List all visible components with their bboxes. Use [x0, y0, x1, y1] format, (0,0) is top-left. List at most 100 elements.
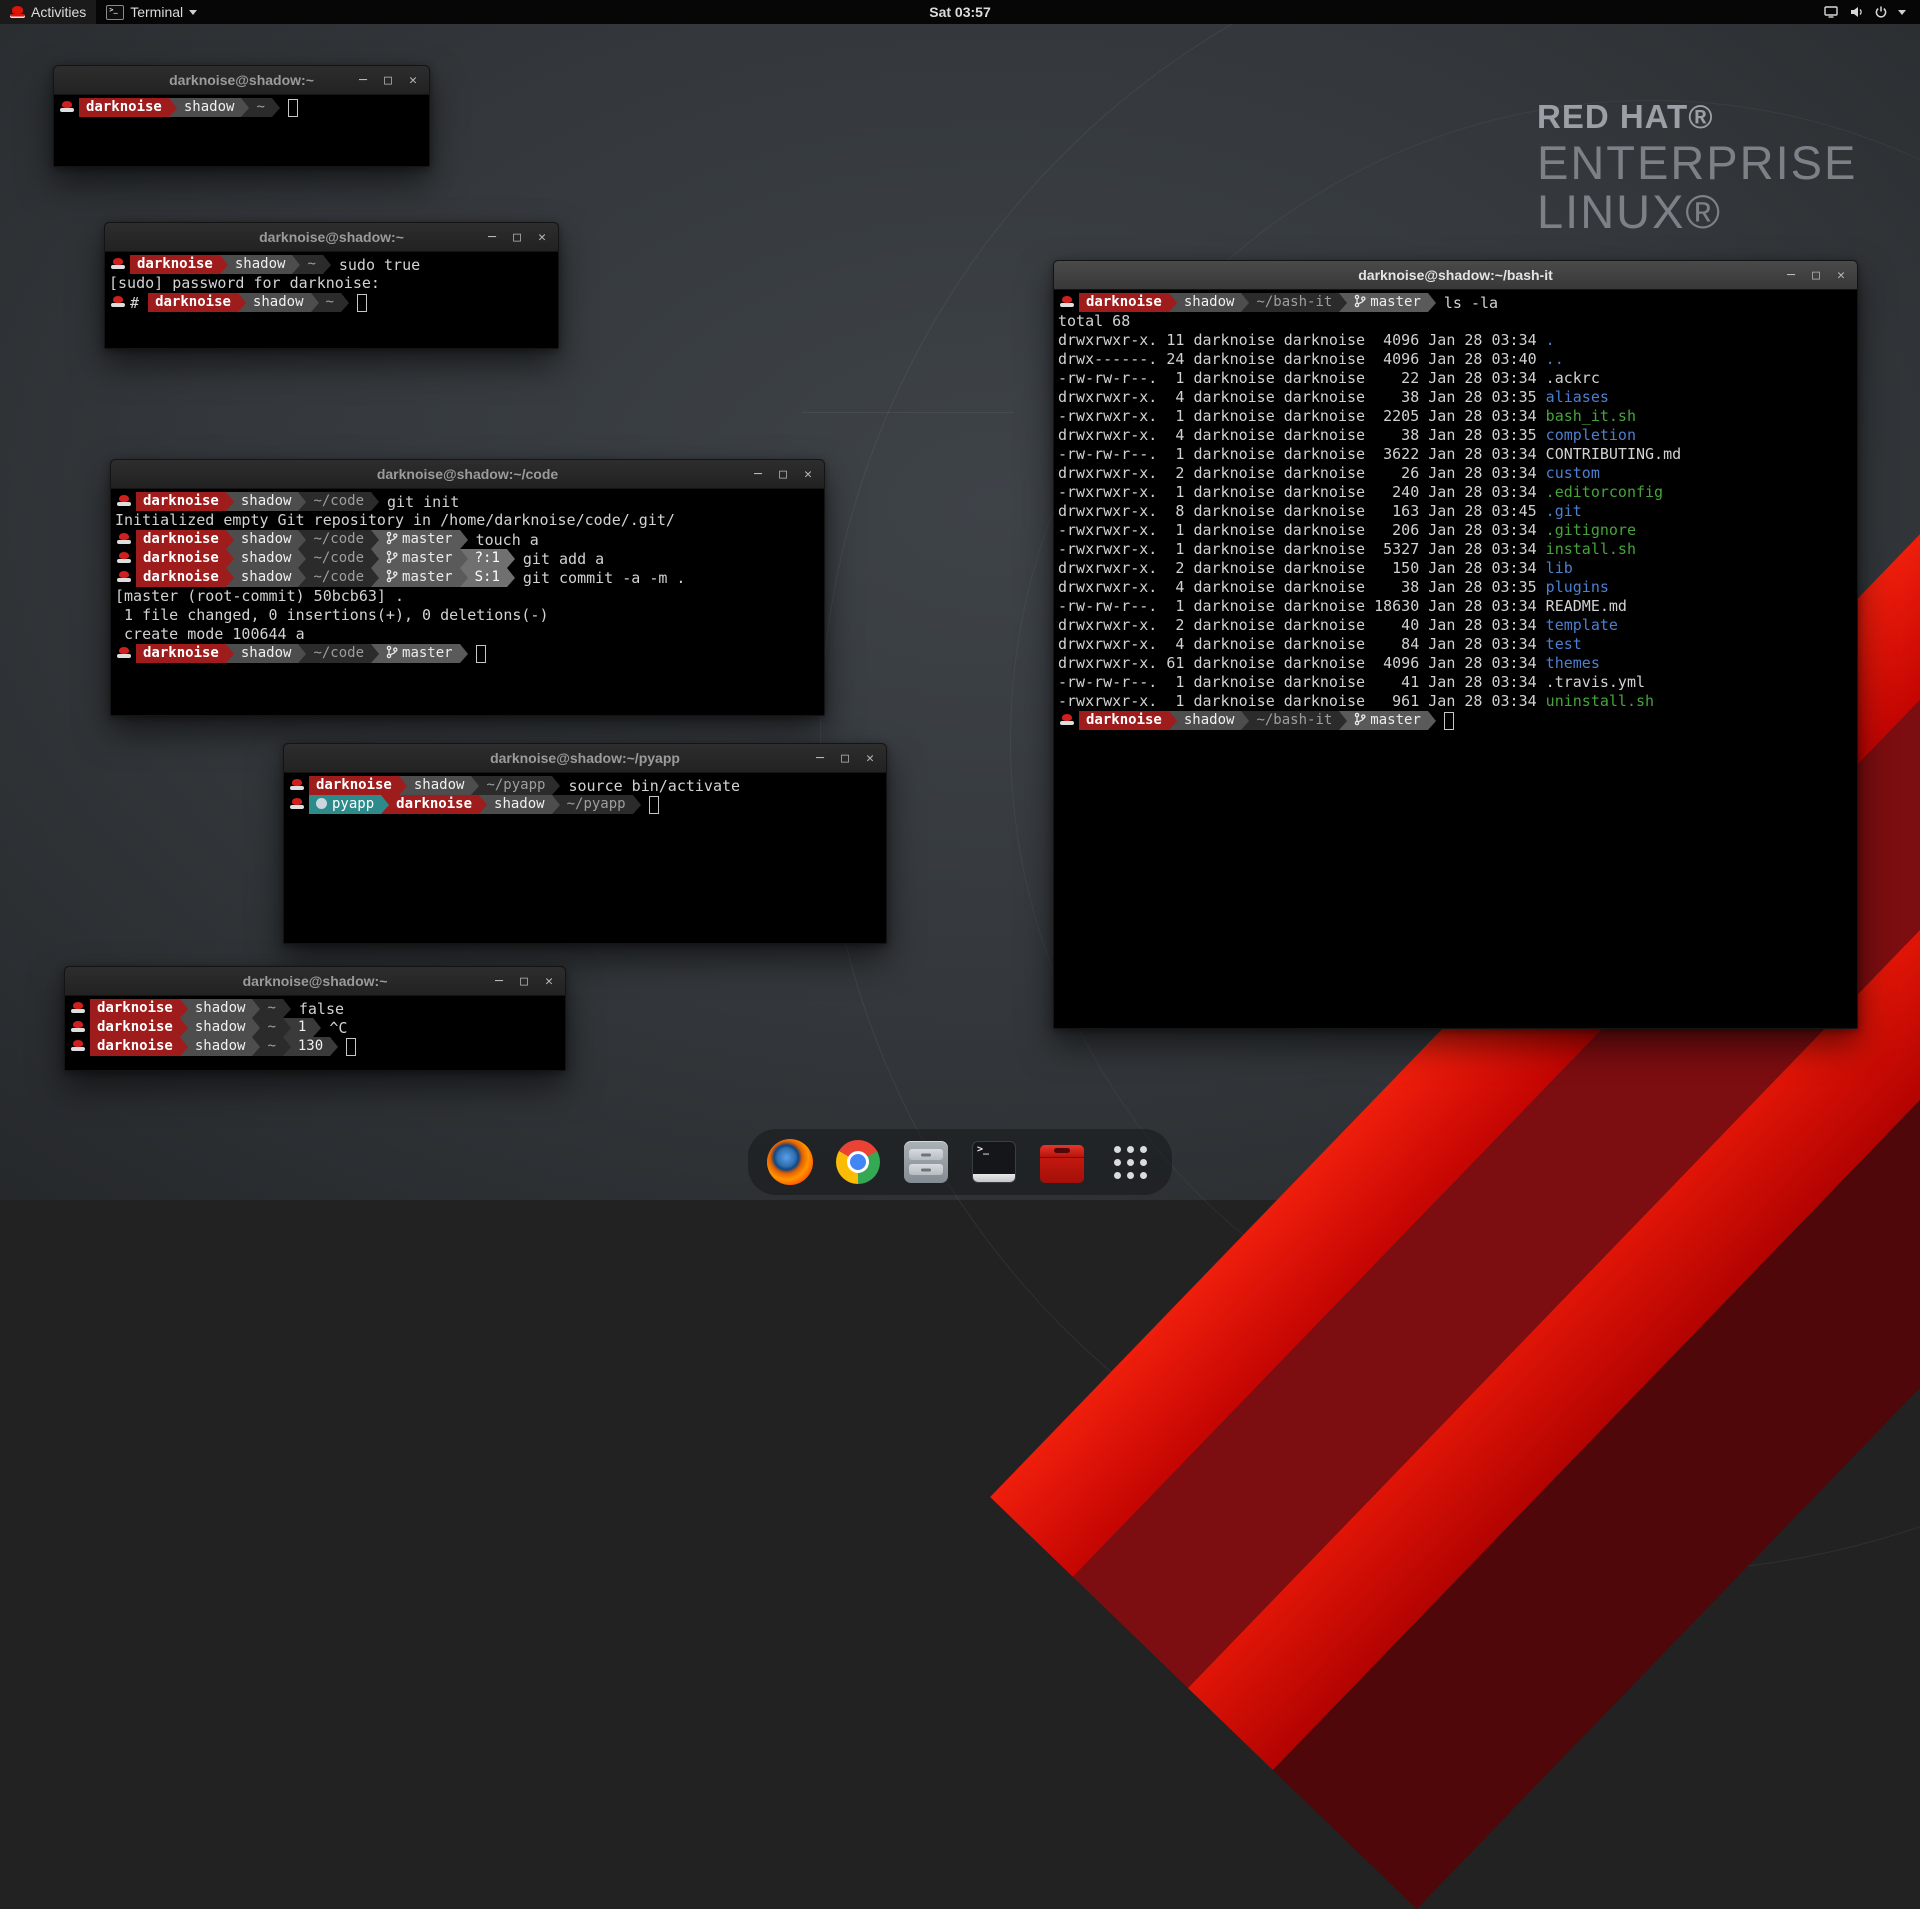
- window-minimize-button[interactable]: ─: [492, 974, 506, 989]
- clock[interactable]: Sat 03:57: [919, 0, 1000, 24]
- command-text: git commit -a -m .: [523, 569, 686, 587]
- toolbox-icon[interactable]: [1038, 1138, 1086, 1186]
- python-icon: [316, 798, 327, 809]
- prompt-segment-host: shadow: [1177, 711, 1242, 730]
- window-maximize-button[interactable]: □: [381, 73, 395, 88]
- window-minimize-button[interactable]: ─: [813, 751, 827, 766]
- terminal-window-home-a[interactable]: darknoise@shadow:~ ─ □ ✕ darknoiseshadow~: [53, 65, 430, 167]
- terminal-text: -rwxrwxr-x. 1 darknoise darknoise 206 Ja…: [1058, 521, 1546, 539]
- prompt-segment-host: shadow: [188, 1037, 253, 1056]
- window-maximize-button[interactable]: □: [838, 751, 852, 766]
- window-close-button[interactable]: ✕: [801, 467, 815, 482]
- window-minimize-button[interactable]: ─: [1784, 268, 1798, 283]
- prompt-segment-git: master: [379, 568, 460, 587]
- window-minimize-button[interactable]: ─: [485, 230, 499, 245]
- prompt-segment-user: darknoise: [389, 795, 479, 814]
- window-titlebar[interactable]: darknoise@shadow:~─□✕: [65, 967, 565, 996]
- files-icon[interactable]: [902, 1138, 950, 1186]
- window-close-button[interactable]: ✕: [406, 73, 420, 88]
- window-titlebar[interactable]: darknoise@shadow:~ ─ □ ✕: [54, 66, 429, 95]
- window-titlebar[interactable]: darknoise@shadow:~ ─ □ ✕: [105, 223, 558, 252]
- terminal-window-pyapp[interactable]: darknoise@shadow:~/pyapp─□✕darknoiseshad…: [283, 743, 887, 944]
- window-titlebar[interactable]: darknoise@shadow:~/pyapp─□✕: [284, 744, 886, 773]
- terminal-content[interactable]: darknoiseshadow~sudo true[sudo] password…: [105, 252, 558, 315]
- window-minimize-button[interactable]: ─: [356, 73, 370, 88]
- activities-button[interactable]: Activities: [0, 0, 96, 24]
- branch-icon: [386, 550, 398, 564]
- powerline-arrow: [238, 293, 246, 312]
- terminal-text: uninstall.sh: [1546, 692, 1654, 710]
- terminal-output-line: -rw-rw-r--. 1 darknoise darknoise 41 Jan…: [1058, 673, 1853, 692]
- window-minimize-button[interactable]: ─: [751, 467, 765, 482]
- terminal-window-code[interactable]: darknoise@shadow:~/code─□✕darknoiseshado…: [110, 459, 825, 716]
- window-maximize-button[interactable]: □: [517, 974, 531, 989]
- app-grid-icon[interactable]: [1106, 1138, 1154, 1186]
- window-maximize-button[interactable]: □: [1809, 268, 1823, 283]
- terminal-output-line: drwxrwxr-x. 11 darknoise darknoise 4096 …: [1058, 331, 1853, 350]
- window-titlebar[interactable]: darknoise@shadow:~/bash-it ─ □ ✕: [1054, 261, 1857, 290]
- window-maximize-button[interactable]: □: [510, 230, 524, 245]
- terminal-prompt-line: darknoiseshadow~/bash-itmaster: [1058, 711, 1853, 730]
- terminal-output-line: -rwxrwxr-x. 1 darknoise darknoise 961 Ja…: [1058, 692, 1853, 711]
- terminal-prompt-line: darknoiseshadow~false: [69, 999, 561, 1018]
- redhat-prompt-icon: [111, 258, 125, 271]
- powerline-arrow: [252, 999, 260, 1018]
- prompt-segment-host: shadow: [177, 98, 242, 117]
- terminal-output-line: drwxrwxr-x. 2 darknoise darknoise 150 Ja…: [1058, 559, 1853, 578]
- firefox-icon[interactable]: [766, 1138, 814, 1186]
- chrome-icon[interactable]: [834, 1138, 882, 1186]
- terminal-window-bash-it[interactable]: darknoise@shadow:~/bash-it ─ □ ✕ darknoisesh…: [1053, 260, 1858, 1029]
- powerline-arrow: [180, 999, 188, 1018]
- redhat-prompt-icon: [117, 552, 131, 565]
- powerline-arrow: [241, 98, 249, 117]
- command-text: ^C: [329, 1019, 347, 1037]
- window-close-button[interactable]: ✕: [1834, 268, 1848, 283]
- terminal-window-home-c[interactable]: darknoise@shadow:~─□✕darknoiseshadow~fal…: [64, 966, 566, 1071]
- prompt-segment-path: ~/pyapp: [560, 795, 633, 814]
- terminal-cursor: [346, 1038, 356, 1056]
- redhat-prompt-icon: [290, 798, 304, 811]
- window-close-button[interactable]: ✕: [863, 751, 877, 766]
- window-title: darknoise@shadow:~: [169, 72, 314, 88]
- terminal-text: drwxrwxr-x. 4 darknoise darknoise 38 Jan…: [1058, 426, 1546, 444]
- window-close-button[interactable]: ✕: [535, 230, 549, 245]
- redhat-prompt-icon: [290, 779, 304, 792]
- command-text: git init: [387, 493, 459, 511]
- terminal-content[interactable]: darknoiseshadow~falsedarknoiseshadow~1^C…: [65, 996, 565, 1059]
- prompt-segment-host: shadow: [234, 644, 299, 663]
- window-titlebar[interactable]: darknoise@shadow:~/code ─ □ ✕: [111, 460, 824, 489]
- window-maximize-button[interactable]: □: [776, 467, 790, 482]
- terminal-output-line: -rwxrwxr-x. 1 darknoise darknoise 240 Ja…: [1058, 483, 1853, 502]
- terminal-prompt-line: darknoiseshadow~sudo true: [109, 255, 554, 274]
- terminal-text: CONTRIBUTING.md: [1546, 445, 1681, 463]
- window-title: darknoise@shadow:~/bash-it: [1358, 267, 1553, 283]
- prompt-segment-user: darknoise: [136, 492, 226, 511]
- app-menu-terminal[interactable]: Terminal: [96, 0, 207, 24]
- prompt-segment-host: shadow: [228, 255, 293, 274]
- chevron-down-icon: [1898, 10, 1906, 15]
- powerline-arrow: [371, 568, 379, 587]
- redhat-prompt-icon: [60, 101, 74, 114]
- terminal-window-home-b[interactable]: darknoise@shadow:~ ─ □ ✕ darknoiseshadow~sud…: [104, 222, 559, 349]
- prompt-segment-user: darknoise: [90, 1018, 180, 1037]
- terminal-content[interactable]: darknoiseshadow~/pyappsource bin/activat…: [284, 773, 886, 817]
- window-controls: ─ □ ✕: [485, 223, 549, 251]
- prompt-segment-user: darknoise: [136, 549, 226, 568]
- system-status-area[interactable]: [1809, 0, 1920, 24]
- terminal-content[interactable]: darknoiseshadow~/bash-itmasterls -latota…: [1054, 290, 1857, 733]
- window-close-button[interactable]: ✕: [542, 974, 556, 989]
- terminal-text: -rw-rw-r--. 1 darknoise darknoise 18630 …: [1058, 597, 1546, 615]
- window-title: darknoise@shadow:~/code: [377, 466, 558, 482]
- terminal-content[interactable]: darknoiseshadow~/codegit initInitialized…: [111, 489, 824, 666]
- terminal-text: template: [1546, 616, 1618, 634]
- powerline-arrow: [371, 492, 379, 511]
- prompt-segment-git: master: [379, 530, 460, 549]
- terminal-text: drwx------. 24 darknoise darknoise 4096 …: [1058, 350, 1546, 368]
- terminal-prompt-line: darknoiseshadow~/codemaster: [115, 644, 820, 663]
- window-title: darknoise@shadow:~: [259, 229, 404, 245]
- powerline-arrow: [460, 644, 468, 663]
- terminal-icon[interactable]: >_: [970, 1138, 1018, 1186]
- powerline-arrow: [226, 568, 234, 587]
- terminal-content[interactable]: darknoiseshadow~: [54, 95, 429, 120]
- display-icon: [1823, 4, 1839, 20]
